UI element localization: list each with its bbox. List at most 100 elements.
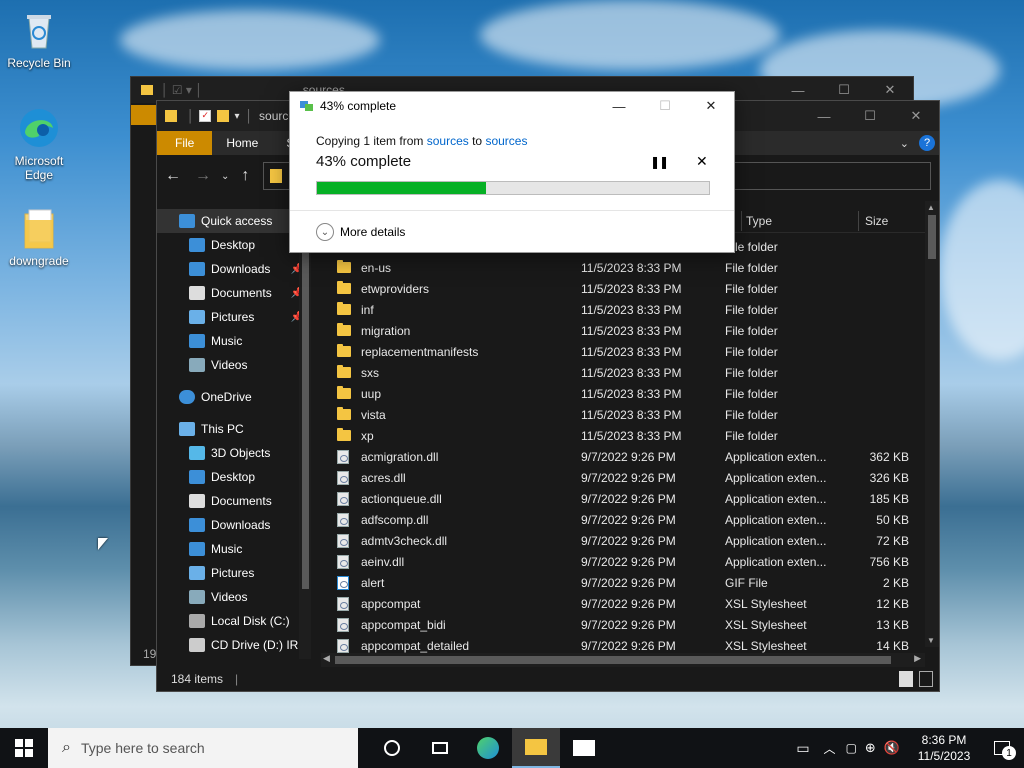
help-icon[interactable]: ? [919,135,935,151]
file-row[interactable]: appcompat 9/7/2022 9:26 PM XSL Stylesheet 1… [323,593,935,614]
mail-taskbar-button[interactable] [560,728,608,768]
back-arrow-icon[interactable]: ← [165,167,181,185]
start-button[interactable] [0,728,48,768]
sidebar-item[interactable]: OneDrive [157,385,307,409]
file-row[interactable]: uup 11/5/2023 8:33 PM File folder [323,383,935,404]
column-size-header[interactable]: Size [859,214,929,228]
new-folder-icon[interactable] [216,110,229,122]
file-row[interactable]: acmigration.dll 9/7/2022 9:26 PM Applicati… [323,446,935,467]
file-tab[interactable] [131,105,157,125]
file-row[interactable]: alert 9/7/2022 9:26 PM GIF File 2 KB [323,572,935,593]
sidebar-item[interactable]: Local Disk (C:) [157,609,307,633]
expand-ribbon-icon[interactable]: ⌄ [900,137,909,150]
volume-muted-icon[interactable]: 🔇 [884,740,900,756]
edge-taskbar-button[interactable] [464,728,512,768]
details-view-icon[interactable] [899,671,913,687]
sidebar-item[interactable]: 3D Objects [157,441,307,465]
properties-icon[interactable]: ✓ [198,110,211,122]
sidebar-item[interactable]: Music [157,537,307,561]
scrollbar-thumb[interactable] [928,215,936,259]
navigation-pane-scrollbar[interactable] [299,209,311,659]
cortana-button[interactable] [368,728,416,768]
file-row[interactable]: adfscomp.dll 9/7/2022 9:26 PM Application … [323,509,935,530]
desktop-icon-downgrade[interactable]: downgrade [2,206,76,268]
copy-progress-dialog[interactable]: 43% complete — ☐ ✕ Copying 1 item from s… [289,91,735,253]
more-details-toggle[interactable]: ⌄ More details [316,223,405,241]
maximize-button: ☐ [659,98,671,113]
file-row[interactable]: sxs 11/5/2023 8:33 PM File folder [323,362,935,383]
network-icon[interactable]: ⊕ [865,740,876,756]
file-row[interactable]: vista 11/5/2023 8:33 PM File folder [323,404,935,425]
sidebar-item[interactable]: This PC [157,417,307,441]
column-type-header[interactable]: Type [742,214,858,228]
file-list-vertical-scrollbar[interactable]: ▲ ▼ [925,201,939,647]
notification-center-button[interactable]: 1 [980,728,1024,768]
sidebar-item[interactable]: Downloads [157,513,307,537]
close-button[interactable]: ✕ [688,92,734,120]
sidebar-item[interactable]: Desktop📌 [157,233,307,257]
desktop-icon-edge[interactable]: Microsoft Edge [2,106,76,182]
sidebar-item[interactable]: Videos [157,585,307,609]
sidebar-item[interactable]: Pictures [157,561,307,585]
device-icon[interactable]: ▢ [846,741,857,755]
sidebar-item[interactable]: Music [157,329,307,353]
pause-button[interactable]: ❚❚ [650,155,669,169]
file-row[interactable]: etwproviders 11/5/2023 8:33 PM File folder [323,278,935,299]
file-row[interactable]: en-us 11/5/2023 8:33 PM File folder [323,257,935,278]
task-view-button[interactable] [416,728,464,768]
touch-keyboard-icon[interactable]: ▭ [796,740,809,757]
desktop-icon-recycle-bin[interactable]: Recycle Bin [2,8,76,70]
sidebar-item[interactable]: Desktop [157,465,307,489]
file-row[interactable]: appcompat_bidi 9/7/2022 9:26 PM XSL Styles… [323,614,935,635]
minimize-button[interactable]: — [801,101,847,131]
customize-qat-icon[interactable]: ▾ [235,111,240,122]
file-size: 326 KB [869,470,909,485]
clock[interactable]: 8:36 PM 11/5/2023 [908,732,980,764]
scrollbar-thumb[interactable] [335,656,891,664]
file-row[interactable]: actionqueue.dll 9/7/2022 9:26 PM Applicati… [323,488,935,509]
file-row[interactable]: migration 11/5/2023 8:33 PM File folder [323,320,935,341]
desktop-icon-label: Recycle Bin [7,56,71,70]
sidebar-item[interactable]: Videos [157,353,307,377]
cancel-copy-button[interactable]: ✕ [696,153,708,170]
file-row[interactable]: admtv3check.dll 9/7/2022 9:26 PM Applicati… [323,530,935,551]
file-type: File folder [725,386,778,401]
tab-home[interactable]: Home [212,131,272,155]
forward-arrow-icon[interactable]: → [195,167,211,185]
sidebar-item[interactable]: Downloads 📌 [157,257,307,281]
file-row[interactable]: xp 11/5/2023 8:33 PM File folder [323,425,935,446]
file-row[interactable]: inf 11/5/2023 8:33 PM File folder [323,299,935,320]
large-icons-view-icon[interactable] [919,671,933,687]
file-explorer-taskbar-button[interactable] [512,728,560,768]
file-row[interactable]: aeinv.dll 9/7/2022 9:26 PM Application ext… [323,551,935,572]
sidebar-item[interactable]: Pictures 📌 [157,305,307,329]
recent-locations-icon[interactable]: ⌄ [221,171,229,182]
up-arrow-icon[interactable]: ↑ [241,167,249,185]
sidebar-item[interactable]: Documents [157,489,307,513]
destination-link[interactable]: sources [485,134,527,148]
file-date: 11/5/2023 8:33 PM [581,407,682,422]
sidebar-item[interactable]: Documents 📌 [157,281,307,305]
file-name: replacementmanifests [361,344,479,359]
source-link[interactable]: sources [427,134,469,148]
file-list-horizontal-scrollbar[interactable]: ◀ ▶ [321,653,925,667]
file-name-cell: etwproviders [323,281,581,296]
file-row[interactable]: acres.dll 9/7/2022 9:26 PM Application ext… [323,467,935,488]
sidebar-item[interactable]: CD Drive (D:) IR5 [157,633,307,657]
file-date: 9/7/2022 9:26 PM [581,449,676,464]
search-box[interactable]: ⌕ Type here to search [48,728,358,768]
close-button[interactable]: ✕ [893,101,939,131]
file-row[interactable]: replacementmanifests 11/5/2023 8:33 PM Fil… [323,341,935,362]
dialog-title-bar[interactable]: 43% complete — ☐ ✕ [290,92,734,120]
maximize-button[interactable]: ☐ [847,101,893,131]
tab-file[interactable]: File [157,131,213,155]
file-size: 12 KB [876,596,909,611]
minimize-button[interactable]: — [596,92,642,120]
folder-icon [337,302,351,315]
sidebar-item[interactable]: Quick access [157,209,307,233]
chevron-up-icon[interactable]: ︿ [824,740,836,757]
file-size: 50 KB [876,512,909,527]
file-name: admtv3check.dll [361,533,448,548]
sidebar-item-label: Pictures [211,566,255,580]
file-type: File folder [725,302,778,317]
